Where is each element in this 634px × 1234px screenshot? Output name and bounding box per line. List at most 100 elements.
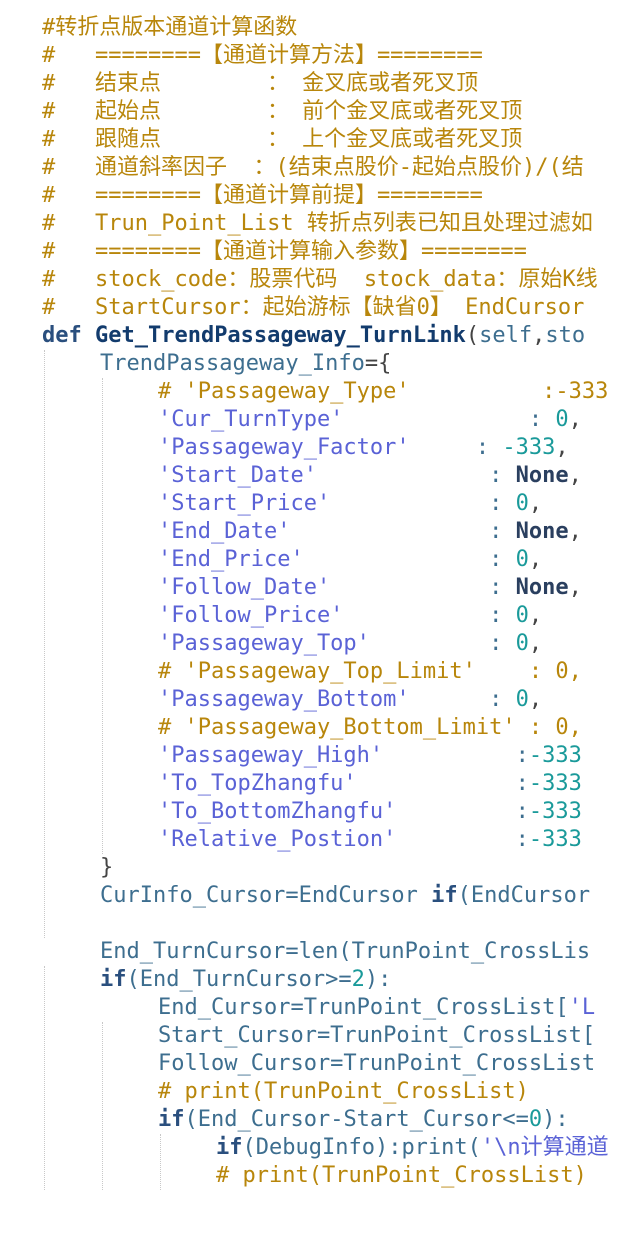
code-token-comment: # 结束点 ： 金叉底或者死叉顶 — [42, 71, 479, 96]
code-line[interactable]: 'To_TopZhangfu' :-333 — [0, 770, 634, 798]
code-line[interactable]: 'Passageway_High' :-333 — [0, 742, 634, 770]
code-token-str: 'Passageway_Bottom' — [158, 687, 410, 712]
code-token-str: 'L — [568, 995, 596, 1020]
code-line[interactable]: 'Passageway_Top' : 0, — [0, 630, 634, 658]
code-line[interactable]: if(End_Cursor-Start_Cursor<=0): — [0, 1106, 634, 1134]
code-token-kw: if — [158, 1107, 185, 1132]
code-line[interactable]: # 'Passageway_Top_Limit' : 0, — [0, 658, 634, 686]
code-token-num: -333 — [528, 743, 582, 768]
code-token-ident: (End_Cursor-Start_Cursor<= — [184, 1107, 529, 1132]
code-line[interactable]: # 起始点 ： 前个金叉底或者死叉顶 — [0, 98, 634, 126]
code-line[interactable]: 'End_Date' : None, — [0, 518, 634, 546]
code-line[interactable]: def Get_TrendPassageway_TurnLink(self,st… — [0, 322, 634, 350]
code-token-comment: # 'Passageway_Top_Limit' : 0, — [158, 659, 582, 684]
code-line[interactable]: 'Cur_TurnType' : 0, — [0, 406, 634, 434]
code-line[interactable]: 'End_Price' : 0, — [0, 546, 634, 574]
code-token-ident: End_TurnCursor=len(TrunPoint_CrossLis — [100, 939, 591, 964]
code-token-num: 0 — [515, 687, 529, 712]
code-token-op: , — [528, 631, 543, 656]
code-token-kw: if — [100, 967, 127, 992]
code-line[interactable]: 'Follow_Price' : 0, — [0, 602, 634, 630]
code-token-fn: Get_TrendPassageway_TurnLink — [94, 323, 466, 348]
code-token-kw: def — [42, 323, 95, 348]
code-line[interactable]: # ========【通道计算方法】======== — [0, 42, 634, 70]
code-line[interactable]: #转折点版本通道计算函数 — [0, 14, 634, 42]
code-token-str: 'End_Price' — [158, 547, 304, 572]
code-line[interactable]: 'Start_Date' : None, — [0, 462, 634, 490]
code-token-num: 0 — [515, 631, 529, 656]
code-token-num: -333 — [528, 771, 582, 796]
code-token-str: 'Start_Price' — [158, 491, 331, 516]
code-token-comment: # stock_code：股票代码 stock_data：原始K线 — [42, 267, 598, 292]
code-line[interactable]: # 通道斜率因子 ：(结束点股价-起始点股价)/(结 — [0, 154, 634, 182]
code-token-plain: : — [369, 631, 516, 656]
code-token-plain: : — [330, 575, 516, 600]
indent-guide — [44, 350, 45, 938]
code-token-comment: # 'Passageway_Bottom_Limit' : 0, — [158, 715, 582, 740]
code-token-num: 0 — [515, 603, 529, 628]
code-editor[interactable]: #转折点版本通道计算函数 # ========【通道计算方法】======== # … — [0, 0, 634, 1234]
code-line[interactable]: } — [0, 854, 634, 882]
code-token-plain: : — [303, 547, 516, 572]
code-line[interactable]: CurInfo_Cursor=EndCursor if(EndCursor — [0, 882, 634, 910]
code-token-str: 'Cur_TurnType' — [158, 407, 344, 432]
code-token-plain: : — [409, 435, 503, 460]
code-line[interactable]: 'To_BottomZhangfu' :-333 — [0, 798, 634, 826]
code-token-num: -333 — [528, 827, 582, 852]
code-line[interactable]: Follow_Cursor=TrunPoint_CrossList — [0, 1050, 634, 1078]
code-token-ident: ): — [542, 1107, 569, 1132]
code-line[interactable]: # 'Passageway_Bottom_Limit' : 0, — [0, 714, 634, 742]
code-token-ident: self — [479, 323, 533, 348]
code-line[interactable] — [0, 910, 634, 938]
code-token-op: , — [528, 547, 543, 572]
code-token-op: } — [100, 855, 114, 880]
code-token-plain: : — [396, 799, 529, 824]
code-line[interactable]: # print(TrunPoint_CrossList) — [0, 1078, 634, 1106]
code-line[interactable]: # stock_code：股票代码 stock_data：原始K线 — [0, 266, 634, 294]
code-line[interactable]: # 结束点 ： 金叉底或者死叉顶 — [0, 70, 634, 98]
code-line[interactable]: # print(TrunPoint_CrossList) — [0, 1162, 634, 1190]
code-line[interactable]: 'Passageway_Bottom' : 0, — [0, 686, 634, 714]
code-token-op: ={ — [364, 351, 392, 376]
code-token-plain: : — [383, 743, 529, 768]
code-token-str: 'Follow_Date' — [158, 575, 331, 600]
code-line[interactable]: # Trun_Point_List 转折点列表已知且处理过滤如 — [0, 210, 634, 238]
code-line[interactable]: 'Relative_Postion' :-333 — [0, 826, 634, 854]
code-token-plain: : — [356, 771, 529, 796]
code-token-comment: # 通道斜率因子 ：(结束点股价-起始点股价)/(结 — [42, 155, 584, 180]
code-line[interactable]: # ========【通道计算输入参数】======== — [0, 238, 634, 266]
indent-guide — [102, 1022, 103, 1190]
code-token-none: None — [515, 519, 569, 544]
code-token-comment: # 起始点 ： 前个金叉底或者死叉顶 — [42, 99, 523, 124]
code-token-op: , — [528, 603, 543, 628]
code-token-none: None — [515, 575, 569, 600]
code-line[interactable]: # 跟随点 ： 上个金叉底或者死叉顶 — [0, 126, 634, 154]
code-line[interactable]: 'Follow_Date' : None, — [0, 574, 634, 602]
code-token-op: ( — [465, 323, 480, 348]
code-line[interactable]: if(End_TurnCursor>=2): — [0, 966, 634, 994]
code-token-op: , — [532, 323, 546, 348]
code-token-comment: # ========【通道计算输入参数】======== — [42, 239, 527, 264]
code-line[interactable]: 'Start_Price' : 0, — [0, 490, 634, 518]
code-token-num: 0 — [528, 1107, 543, 1132]
code-line[interactable]: # 'Passageway_Type' :-333 — [0, 378, 634, 406]
code-line[interactable]: End_Cursor=TrunPoint_CrossList['L — [0, 994, 634, 1022]
code-line[interactable]: End_TurnCursor=len(TrunPoint_CrossLis — [0, 938, 634, 966]
code-line[interactable]: if(DebugInfo):print('\n计算通道 — [0, 1134, 634, 1162]
code-line[interactable]: 'Passageway_Factor' : -333, — [0, 434, 634, 462]
code-line[interactable]: Start_Cursor=TrunPoint_CrossList[ — [0, 1022, 634, 1050]
code-token-comment: # Trun_Point_List 转折点列表已知且处理过滤如 — [42, 211, 593, 236]
code-token-str: 'Passageway_Factor' — [158, 435, 410, 460]
code-token-num: 0 — [555, 407, 569, 432]
code-line[interactable]: # ========【通道计算前提】======== — [0, 182, 634, 210]
code-line[interactable]: TrendPassageway_Info={ — [0, 350, 634, 378]
code-token-ident: (End_TurnCursor>= — [126, 967, 352, 992]
indent-guide — [44, 966, 45, 1190]
code-token-op: , — [528, 687, 543, 712]
code-token-ident: End_Cursor=TrunPoint_CrossList[ — [158, 995, 569, 1020]
code-token-op: , — [568, 575, 582, 600]
code-line[interactable]: # StartCursor：起始游标【缺省0】 EndCursor — [0, 294, 634, 322]
code-token-plain: : — [409, 687, 516, 712]
code-token-num: 0 — [515, 547, 529, 572]
code-token-str: 'Passageway_High' — [158, 743, 384, 768]
